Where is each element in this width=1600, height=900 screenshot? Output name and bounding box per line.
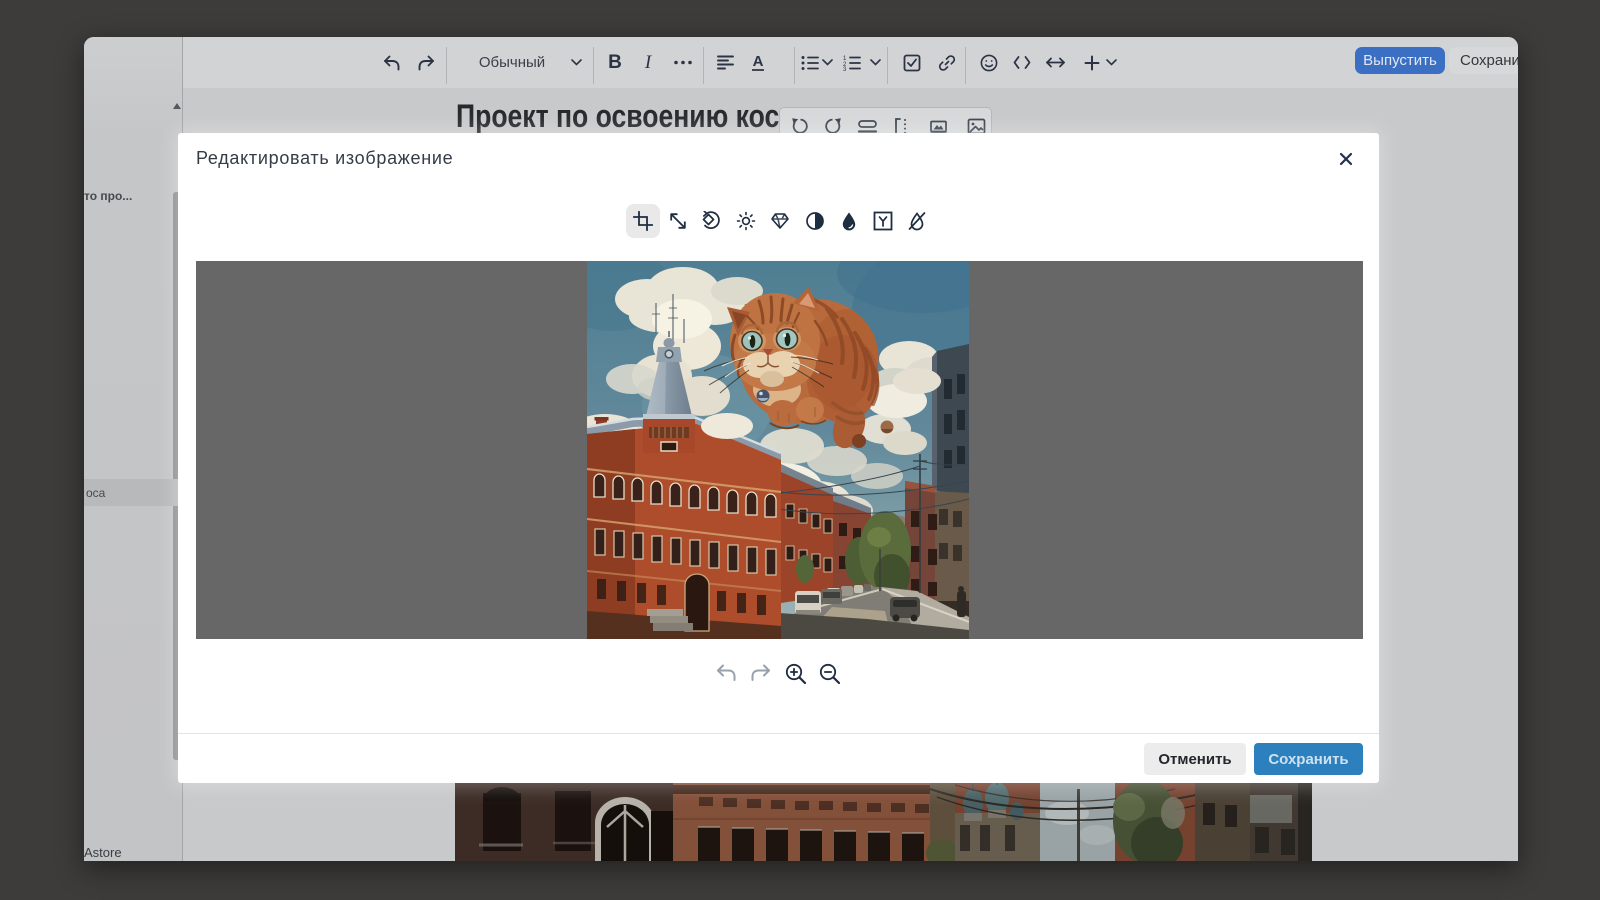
svg-text:A: A (753, 54, 764, 70)
svg-text:3: 3 (843, 67, 847, 71)
